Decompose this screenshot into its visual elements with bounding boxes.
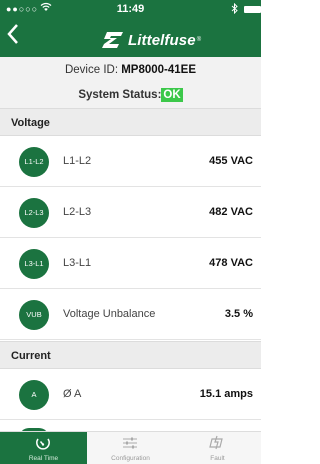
list-item-l2-l3[interactable]: L2-L3 L2-L3 482 VAC — [0, 187, 261, 238]
tab-label: Configuration — [111, 455, 150, 462]
section-header-current: Current — [0, 341, 261, 369]
phase-a-icon: A — [19, 380, 49, 410]
system-status-row: System Status: OK — [0, 83, 261, 108]
brand-name: Littelfuse — [128, 31, 196, 49]
row-label: L1-L2 — [63, 155, 92, 167]
list-item-voltage-unbalance[interactable]: VUB Voltage Unbalance 3.5 % — [0, 289, 261, 340]
chevron-left-icon — [7, 24, 18, 44]
l1-l2-icon: L1-L2 — [19, 147, 49, 177]
clock: 11:49 — [116, 3, 145, 15]
status-bar: ●●○○○ 11:49 — [0, 0, 261, 20]
section-header-voltage: Voltage — [0, 108, 261, 136]
row-label: L3-L1 — [63, 257, 92, 269]
device-id-value: MP8000-41EE — [121, 64, 197, 76]
back-button[interactable] — [6, 23, 30, 51]
battery-icon — [244, 6, 261, 13]
l3-l1-icon: L3-L1 — [19, 249, 49, 279]
device-id-row: Device ID: MP8000-41EE — [0, 57, 261, 83]
vub-icon: VUB — [19, 300, 49, 330]
tab-fault[interactable]: Fault — [174, 432, 261, 464]
littelfuse-logo-icon — [102, 32, 123, 48]
registered-mark: ® — [196, 37, 202, 43]
status-badge: OK — [161, 88, 183, 102]
row-value: 455 VAC — [209, 155, 253, 167]
row-value: 482 VAC — [209, 206, 253, 218]
gauge-icon — [36, 438, 50, 450]
row-label: L2-L3 — [63, 206, 92, 218]
tab-label: Fault — [210, 455, 225, 462]
fault-icon — [209, 435, 223, 450]
l2-l3-icon: L2-L3 — [19, 198, 49, 228]
list-item-l3-l1[interactable]: L3-L1 L3-L1 478 VAC — [0, 238, 261, 289]
tab-real-time[interactable]: Real Time — [0, 432, 87, 464]
system-status-label: System Status: — [78, 89, 162, 101]
device-id-label: Device ID: — [64, 64, 119, 76]
list-item-phase-a[interactable]: A Ø A 15.1 amps — [0, 369, 261, 420]
bluetooth-icon — [231, 2, 238, 17]
app-header: ●●○○○ 11:49 Littelfuse ® — [0, 0, 261, 57]
tab-label: Real Time — [28, 455, 59, 462]
brand-logo: Littelfuse ® — [101, 29, 201, 51]
tab-bar: Real Time Configuration Fault — [0, 431, 261, 464]
row-value: 15.1 amps — [199, 388, 253, 400]
row-value: 3.5 % — [224, 308, 253, 320]
sliders-icon — [123, 437, 137, 449]
list-item-l1-l2[interactable]: L1-L2 L1-L2 455 VAC — [0, 136, 261, 187]
tab-configuration[interactable]: Configuration — [87, 432, 174, 464]
row-value: 478 VAC — [209, 257, 253, 269]
row-label: Ø A — [63, 388, 82, 400]
row-label: Voltage Unbalance — [63, 308, 156, 320]
